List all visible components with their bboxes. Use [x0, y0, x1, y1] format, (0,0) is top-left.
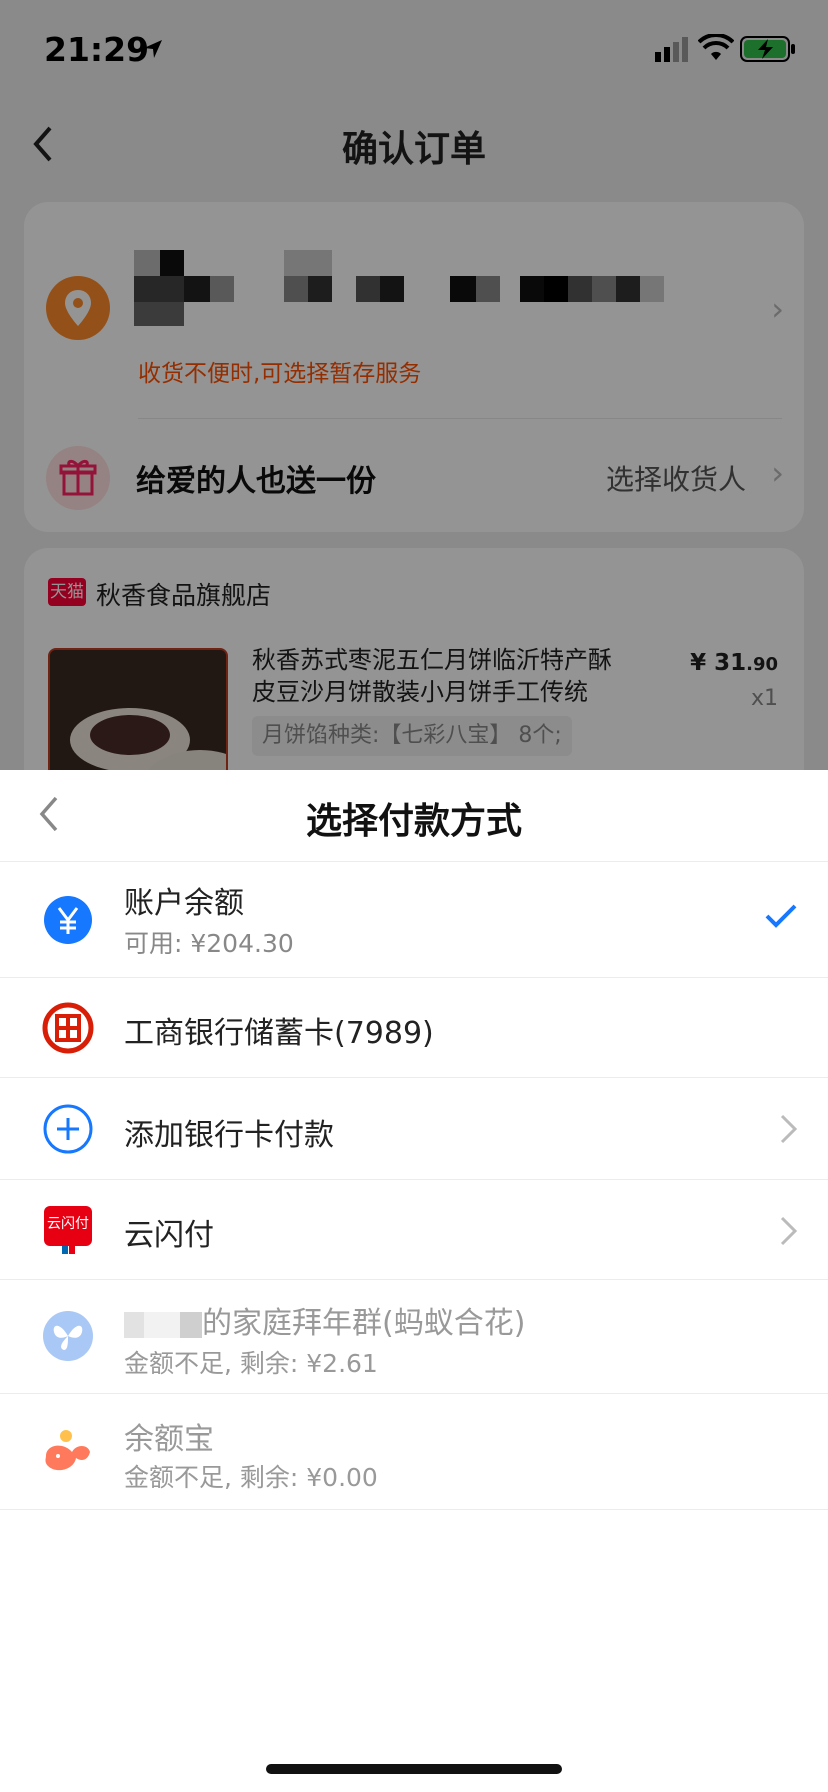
payment-option-add-card[interactable]: 添加银行卡付款	[0, 1078, 828, 1180]
option-title: 余额宝	[124, 1422, 214, 1457]
unionpay-icon: 云闪付	[44, 1206, 92, 1254]
modal-overlay[interactable]	[0, 0, 828, 770]
payment-option-balance[interactable]: 账户余额 可用: ¥204.30	[0, 862, 828, 978]
option-title-row: 的家庭拜年群(蚂蚁合花)	[124, 1298, 525, 1342]
yuan-icon	[44, 896, 92, 944]
svg-text:云闪付: 云闪付	[47, 1216, 89, 1232]
payment-option-yuebao: 余额宝 金额不足, 剩余: ¥0.00	[0, 1394, 828, 1510]
option-title: 云闪付	[124, 1218, 214, 1253]
option-title: 账户余额	[124, 886, 244, 921]
checkmark-icon	[765, 904, 797, 928]
payment-method-sheet: 选择付款方式 账户余额 可用: ¥204.30 工商银行储蓄卡(7989) 添加…	[0, 770, 828, 1792]
option-subtitle: 金额不足, 剩余: ¥2.61	[124, 1349, 378, 1378]
sheet-header: 选择付款方式	[0, 770, 828, 862]
option-title: 的家庭拜年群(蚂蚁合花)	[202, 1306, 526, 1341]
chevron-right-icon	[780, 1216, 798, 1246]
redacted-block	[124, 1311, 144, 1338]
payment-option-unionpay[interactable]: 云闪付 云闪付	[0, 1180, 828, 1280]
option-title: 添加银行卡付款	[124, 1118, 334, 1153]
yuebao-icon	[45, 1430, 90, 1471]
butterfly-icon	[43, 1311, 93, 1361]
sheet-title: 选择付款方式	[305, 801, 522, 842]
payment-option-family-group: 的家庭拜年群(蚂蚁合花) 金额不足, 剩余: ¥2.61	[0, 1280, 828, 1394]
icbc-icon	[42, 1002, 94, 1054]
payment-option-icbc[interactable]: 工商银行储蓄卡(7989)	[0, 978, 828, 1078]
option-subtitle: 可用: ¥204.30	[124, 929, 294, 958]
option-subtitle: 金额不足, 剩余: ¥0.00	[124, 1463, 378, 1492]
home-indicator[interactable]	[266, 1764, 562, 1774]
option-title: 工商银行储蓄卡(7989)	[124, 1016, 434, 1051]
plus-circle-icon	[43, 1104, 93, 1154]
redacted-block	[144, 1311, 180, 1338]
chevron-right-icon	[780, 1114, 798, 1144]
redacted-block	[180, 1311, 202, 1338]
